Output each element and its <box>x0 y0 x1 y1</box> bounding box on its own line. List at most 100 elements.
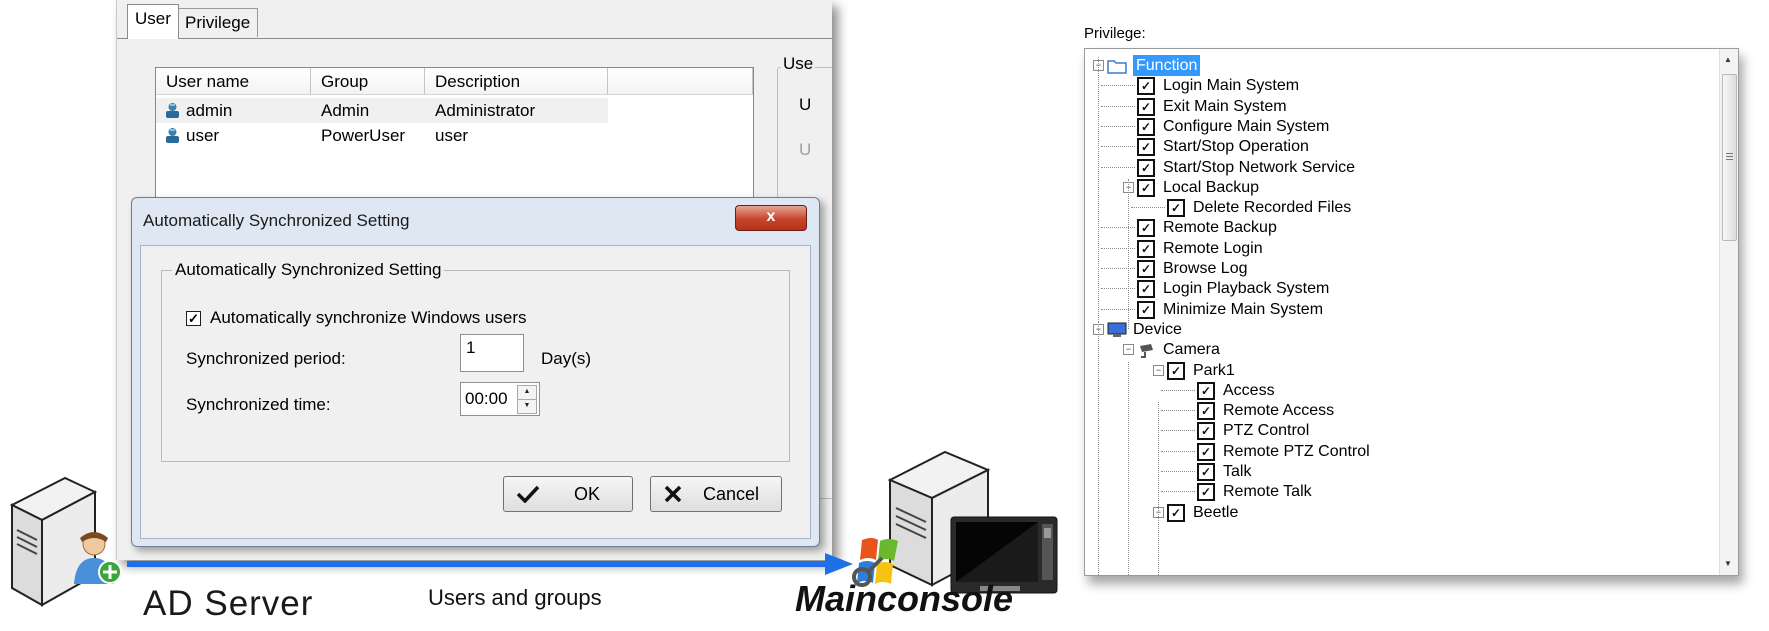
user-name-cell: admin <box>186 101 233 120</box>
tree-node-label: Login Playback System <box>1163 280 1330 298</box>
tab-user[interactable]: User <box>127 4 179 39</box>
close-button[interactable]: x <box>735 205 807 231</box>
sync-windows-users-checkbox[interactable]: ✓ <box>186 311 201 326</box>
dialog-body: Automatically Synchronized Setting ✓ Aut… <box>140 245 811 539</box>
table-row[interactable]: user PowerUser user <box>156 123 608 148</box>
device-icon <box>1107 322 1127 337</box>
tree-node-label: Exit Main System <box>1163 97 1287 115</box>
checkbox-icon[interactable]: ✓ <box>1197 463 1215 481</box>
tree-connector <box>1101 308 1135 310</box>
tree-node-label: Remote Talk <box>1223 483 1312 501</box>
tree-connector <box>1161 389 1195 391</box>
privilege-tree[interactable]: ▲ ▼ − Function ✓ Login Main System ✓ Exit Mai… <box>1084 48 1739 576</box>
user-name-cell: user <box>186 126 220 145</box>
tree-node-label: Minimize Main System <box>1163 300 1324 318</box>
scroll-up-icon[interactable]: ▲ <box>1724 55 1732 64</box>
checkbox-icon[interactable]: ✓ <box>1137 138 1155 157</box>
tree-node-label: Local Backup <box>1163 178 1260 196</box>
ad-server-label: AD Server <box>143 584 314 623</box>
tree-node-label: Talk <box>1223 463 1252 480</box>
user-icon <box>166 128 179 143</box>
checkbox-icon[interactable]: ✓ <box>1137 97 1155 116</box>
scroll-down-icon[interactable]: ▼ <box>1724 559 1732 568</box>
tree-node-label: Function <box>1133 55 1201 76</box>
checkbox-icon[interactable]: ✓ <box>1137 117 1155 136</box>
privilege-title: Privilege: <box>1084 25 1146 42</box>
tree-connector <box>1101 227 1135 229</box>
description-cell: Administrator <box>435 101 536 120</box>
tab-divider <box>117 38 832 39</box>
checkbox-icon[interactable]: ✓ <box>1137 158 1155 177</box>
tree-connector <box>1101 247 1135 249</box>
checkbox-icon[interactable]: ✓ <box>1197 402 1215 421</box>
checkbox-icon[interactable]: ✓ <box>1137 219 1155 238</box>
tree-connector <box>1161 450 1195 452</box>
checkbox-icon[interactable]: ✓ <box>1137 300 1155 319</box>
tree-node-label: Park1 <box>1193 361 1235 379</box>
dialog-title: Automatically Synchronized Setting <box>143 211 410 230</box>
tree-connector <box>1131 207 1165 209</box>
tree-connector <box>1101 125 1135 127</box>
checkbox-icon[interactable]: ✓ <box>1197 483 1215 502</box>
checkbox-icon[interactable]: ✓ <box>1197 442 1215 461</box>
user-detail-label-disabled: U <box>799 140 812 159</box>
checkbox-icon[interactable]: ✓ <box>1167 361 1185 380</box>
time-value: 00:00 <box>465 389 508 408</box>
tree-node-label: Browse Log <box>1163 260 1248 277</box>
table-row[interactable]: admin Admin Administrator <box>156 98 608 123</box>
user-list[interactable]: User name Group Description admin Admin … <box>155 67 754 199</box>
user-detail-group-label: Use <box>781 54 816 74</box>
checkbox-icon[interactable]: ✓ <box>1137 260 1155 278</box>
tree-connector <box>1101 85 1135 87</box>
tree-node-label: Remote PTZ Control <box>1223 442 1370 460</box>
collapse-icon[interactable]: − <box>1123 344 1134 356</box>
time-label: Synchronized time: <box>186 395 331 414</box>
checkbox-icon[interactable]: ✓ <box>1137 280 1155 299</box>
tree-connector <box>1161 410 1195 412</box>
tree-connector <box>1161 471 1195 472</box>
scrollbar-thumb[interactable] <box>1722 74 1737 241</box>
tree-node-label: Beetle <box>1193 503 1239 521</box>
tab-privilege[interactable]: Privilege <box>177 8 259 37</box>
mainconsole-label: Mainconsole <box>795 578 1014 619</box>
close-icon: x <box>766 208 776 225</box>
checkbox-icon[interactable]: ✓ <box>1137 239 1155 258</box>
tree-node-label: Remote Login <box>1163 239 1263 257</box>
tree-guide-line <box>1128 179 1129 329</box>
period-label: Synchronized period: <box>186 349 346 368</box>
column-header-empty <box>608 68 753 95</box>
time-input[interactable]: 00:00 ▲ ▼ <box>460 382 540 416</box>
cancel-button[interactable]: Cancel <box>650 476 782 512</box>
sync-windows-users-label: Automatically synchronize Windows users <box>210 308 527 327</box>
checkbox-icon[interactable]: ✓ <box>1137 77 1155 96</box>
collapse-icon[interactable]: − <box>1153 364 1164 376</box>
checkbox-icon[interactable]: ✓ <box>1137 178 1155 197</box>
spin-up-button[interactable]: ▲ <box>517 385 537 400</box>
tree-connector <box>1101 105 1135 107</box>
group-cell: Admin <box>321 101 370 120</box>
tree-connector <box>1101 166 1135 168</box>
column-header-description[interactable]: Description <box>425 68 608 95</box>
spin-down-button[interactable]: ▼ <box>517 399 537 414</box>
tree-guide-line <box>1098 322 1099 575</box>
tree-guide-line <box>1128 362 1129 575</box>
checkbox-icon[interactable]: ✓ <box>1167 199 1185 218</box>
checkbox-icon[interactable]: ✓ <box>1197 422 1215 441</box>
tree-connector <box>1101 288 1135 290</box>
tree-node-label: Camera <box>1163 341 1220 359</box>
tree-node-label: Start/Stop Network Service <box>1163 158 1356 176</box>
tree-node-label: Configure Main System <box>1163 117 1330 135</box>
tree-connector <box>1161 491 1195 493</box>
period-input[interactable]: 1 <box>460 334 524 372</box>
column-header-user-name[interactable]: User name <box>156 68 311 95</box>
ok-button[interactable]: OK <box>503 476 633 512</box>
checkbox-icon[interactable]: ✓ <box>1167 503 1185 522</box>
checkbox-icon[interactable]: ✓ <box>1197 381 1215 400</box>
tree-connector <box>1101 268 1135 269</box>
group-cell: PowerUser <box>321 126 406 145</box>
column-header-group[interactable]: Group <box>311 68 425 95</box>
camera-icon <box>1140 344 1153 359</box>
group-title: Automatically Synchronized Setting <box>172 260 445 280</box>
check-icon <box>516 485 540 503</box>
user-detail-label: U <box>799 95 812 114</box>
